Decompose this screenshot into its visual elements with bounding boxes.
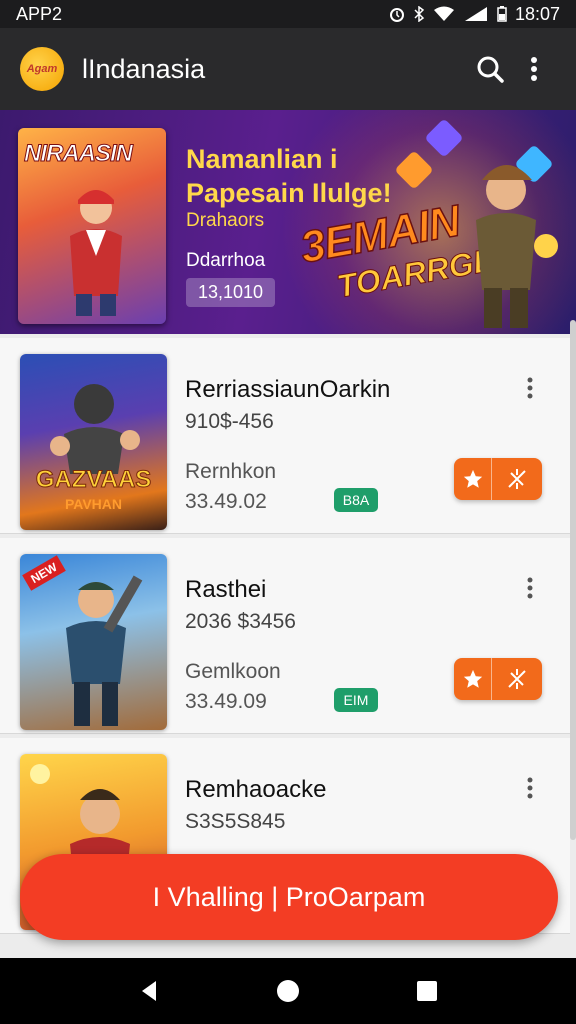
- sparkle-icon: [508, 669, 526, 689]
- game-title: RerriassiaunOarkin: [185, 376, 391, 403]
- star-icon: [463, 669, 482, 688]
- banner-title-line1: Namanlian i: [186, 144, 338, 174]
- favorite-button[interactable]: [454, 458, 492, 500]
- signal-icon: [464, 7, 487, 21]
- poster-title: NIRAASIN: [23, 140, 133, 168]
- banner-title-line2: Papesain Ilulge!: [186, 178, 392, 208]
- status-bar: APP2 18:07: [0, 0, 576, 28]
- item-action-group: [454, 458, 542, 500]
- game-price: 2036 $3456: [185, 610, 296, 633]
- game-thumbnail: GAZVAAS PAVHAN: [20, 354, 167, 530]
- star-icon: [463, 469, 482, 488]
- recents-button[interactable]: [405, 969, 449, 1013]
- primary-action-button[interactable]: I Vhalling | ProOarpam: [20, 854, 558, 940]
- featured-banner[interactable]: NIRAASIN Namanlian i Papesain Ilulge! Dr…: [0, 110, 576, 334]
- game-price: 910$-456: [185, 410, 274, 433]
- banner-poster: NIRAASIN: [18, 128, 166, 324]
- overflow-menu-button[interactable]: [512, 47, 556, 91]
- home-icon: [276, 980, 299, 1002]
- game-value: 33.49.09: [185, 690, 267, 713]
- more-vert-icon: [527, 777, 533, 799]
- item-more-button[interactable]: [518, 774, 542, 802]
- app-title: lIndanasia: [82, 53, 206, 84]
- app-logo[interactable]: Agam: [20, 47, 64, 91]
- battery-icon: [497, 6, 507, 22]
- game-tag: B8A: [334, 488, 378, 512]
- game-tag: EIM: [334, 688, 378, 712]
- hero-character-image: [70, 190, 122, 316]
- item-action-group: [454, 658, 542, 700]
- alarm-icon: [389, 8, 404, 22]
- thumbnail-title: GAZVAAS: [35, 466, 152, 494]
- game-title: Remhaoacke: [185, 776, 327, 803]
- game-list-item[interactable]: NEW Rasthei 2036 $3456 Gemlkoon 33.49.09…: [0, 538, 570, 734]
- game-thumbnail: NEW: [20, 554, 167, 730]
- carrier-label: APP2: [16, 3, 63, 24]
- home-button[interactable]: [266, 969, 310, 1013]
- item-more-button[interactable]: [518, 374, 542, 402]
- item-more-button[interactable]: [518, 574, 542, 602]
- game-label: Rernhkon: [185, 460, 277, 483]
- bluetooth-icon: [414, 6, 425, 22]
- recents-icon: [416, 981, 437, 1001]
- search-button[interactable]: [468, 47, 512, 91]
- more-vert-icon: [527, 577, 533, 599]
- back-icon: [142, 981, 157, 1001]
- game-list-item[interactable]: GAZVAAS PAVHAN RerriassiaunOarkin 910$-4…: [0, 338, 570, 534]
- clock: 18:07: [514, 3, 560, 24]
- sparkle-icon: [508, 469, 526, 489]
- banner-label: Ddarrhoa: [186, 250, 266, 271]
- search-icon: [477, 56, 504, 83]
- status-icons: 18:07: [389, 4, 560, 25]
- game-label: Gemlkoon: [185, 660, 281, 683]
- share-button[interactable]: [492, 458, 542, 500]
- thumbnail-subtitle: PAVHAN: [64, 496, 123, 512]
- favorite-button[interactable]: [454, 658, 492, 700]
- more-vert-icon: [527, 377, 533, 399]
- list-scrollbar[interactable]: [570, 320, 576, 840]
- share-button[interactable]: [492, 658, 542, 700]
- wifi-icon: [433, 6, 454, 21]
- banner-subtitle: Drahaors: [186, 210, 265, 231]
- back-button[interactable]: [127, 969, 171, 1013]
- game-price: S3S5S845: [185, 810, 286, 833]
- more-vert-icon: [531, 57, 537, 81]
- game-title: Rasthei: [185, 576, 267, 603]
- app-bar: Agam lIndanasia: [0, 28, 576, 110]
- system-nav-bar: [0, 958, 576, 1024]
- banner-badge: 13,1010: [186, 278, 276, 307]
- soldier-character-image: [476, 165, 558, 328]
- game-value: 33.49.02: [185, 490, 267, 513]
